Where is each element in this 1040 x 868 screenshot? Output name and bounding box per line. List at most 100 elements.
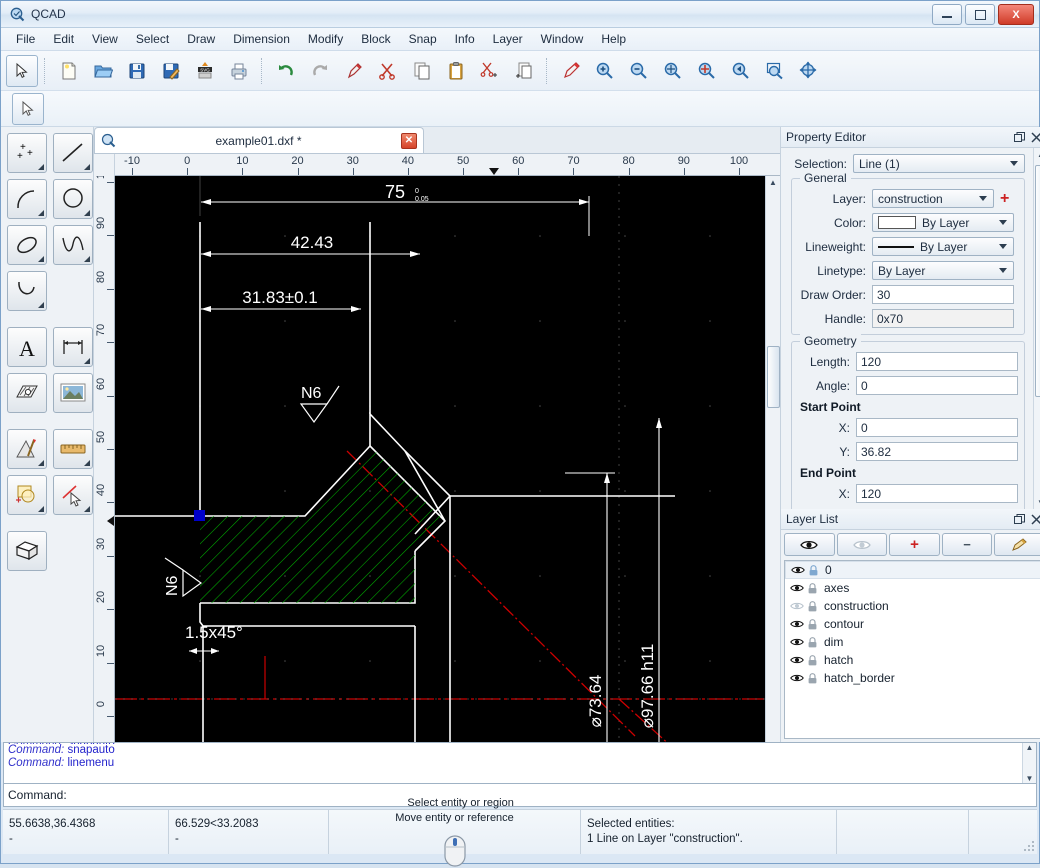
layer-visible-eye-icon[interactable] bbox=[788, 583, 805, 593]
zoom-fit-drawing-icon[interactable] bbox=[691, 55, 723, 87]
length-input[interactable]: 120 bbox=[856, 352, 1018, 371]
layer-list-item[interactable]: construction bbox=[785, 597, 1040, 615]
zoom-pan-icon[interactable] bbox=[793, 55, 825, 87]
layer-list-item[interactable]: 0 bbox=[785, 561, 1040, 579]
layer-list-item[interactable]: contour bbox=[785, 615, 1040, 633]
remove-layer-icon[interactable]: − bbox=[942, 533, 993, 556]
close-icon[interactable] bbox=[1029, 512, 1040, 526]
polyline-tool-icon[interactable] bbox=[7, 271, 47, 311]
zoom-auto-icon[interactable] bbox=[657, 55, 689, 87]
add-layer-icon[interactable]: + bbox=[1000, 193, 1009, 205]
scroll-up-arrow-icon[interactable]: ▲ bbox=[766, 176, 780, 189]
menu-block[interactable]: Block bbox=[352, 29, 399, 49]
layer-lock-icon[interactable] bbox=[805, 673, 820, 684]
menu-view[interactable]: View bbox=[83, 29, 127, 49]
save-disk-icon[interactable] bbox=[121, 55, 153, 87]
line-tool-icon[interactable] bbox=[53, 133, 93, 173]
document-tab[interactable]: example01.dxf * ✕ bbox=[94, 127, 424, 153]
layer-visible-eye-icon[interactable] bbox=[789, 565, 806, 575]
menu-dimension[interactable]: Dimension bbox=[224, 29, 299, 49]
zoom-out-icon[interactable] bbox=[623, 55, 655, 87]
property-editor-scrollbar[interactable]: ▲ ▼ bbox=[1033, 148, 1040, 509]
layer-list-item[interactable]: dim bbox=[785, 633, 1040, 651]
copy-icon[interactable] bbox=[406, 55, 438, 87]
zoom-in-icon[interactable] bbox=[589, 55, 621, 87]
layer-lock-icon[interactable] bbox=[805, 655, 820, 666]
selection-combo[interactable]: Line (1) bbox=[853, 154, 1025, 173]
layer-hidden-eye-icon[interactable] bbox=[788, 601, 805, 611]
pointer-select-icon-secondary[interactable] bbox=[12, 93, 44, 125]
menu-select[interactable]: Select bbox=[127, 29, 178, 49]
hatch-tool-icon[interactable] bbox=[7, 373, 47, 413]
undock-icon[interactable] bbox=[1012, 512, 1026, 526]
edit-layer-icon[interactable] bbox=[994, 533, 1040, 556]
end-x-input[interactable]: 120 bbox=[856, 484, 1018, 503]
arc-tool-icon[interactable] bbox=[7, 179, 47, 219]
document-tab-close-icon[interactable]: ✕ bbox=[401, 133, 417, 149]
menu-layer[interactable]: Layer bbox=[484, 29, 532, 49]
angle-input[interactable]: 0 bbox=[856, 376, 1018, 395]
menu-modify[interactable]: Modify bbox=[299, 29, 352, 49]
menu-file[interactable]: File bbox=[7, 29, 44, 49]
linetype-combo[interactable]: By Layer bbox=[872, 261, 1014, 280]
canvas-vertical-scrollbar[interactable]: ▲ ▼ bbox=[765, 176, 780, 758]
command-input[interactable]: Command: bbox=[3, 784, 1037, 807]
scroll-down-arrow-icon[interactable]: ▼ bbox=[1026, 774, 1034, 783]
close-icon[interactable] bbox=[1029, 130, 1040, 144]
circle-tool-icon[interactable] bbox=[53, 179, 93, 219]
open-folder-icon[interactable] bbox=[87, 55, 119, 87]
scroll-up-arrow-icon[interactable]: ▲ bbox=[1026, 743, 1034, 752]
point-tool-icon[interactable]: +++ bbox=[7, 133, 47, 173]
menu-help[interactable]: Help bbox=[592, 29, 635, 49]
layer-lock-icon[interactable] bbox=[806, 565, 821, 576]
start-y-input[interactable]: 36.82 bbox=[856, 442, 1018, 461]
ruler-info-icon[interactable] bbox=[53, 429, 93, 469]
drawing-canvas[interactable]: 75 0 0.05 42.43 bbox=[115, 176, 765, 758]
measure-tool-icon[interactable] bbox=[7, 429, 47, 469]
menu-info[interactable]: Info bbox=[446, 29, 484, 49]
start-x-input[interactable]: 0 bbox=[856, 418, 1018, 437]
draw-pencil-icon[interactable] bbox=[555, 55, 587, 87]
copy-with-reference-icon[interactable] bbox=[508, 55, 540, 87]
redo-icon[interactable] bbox=[304, 55, 336, 87]
command-history-scrollbar[interactable]: ▲ ▼ bbox=[1022, 743, 1036, 783]
vertical-scroll-thumb[interactable] bbox=[767, 346, 780, 408]
layer-list-item[interactable]: hatch_border bbox=[785, 669, 1040, 687]
menu-edit[interactable]: Edit bbox=[44, 29, 83, 49]
draw-order-input[interactable]: 30 bbox=[872, 285, 1014, 304]
layer-visible-eye-icon[interactable] bbox=[788, 619, 805, 629]
layer-list-items[interactable]: 0axesconstructioncontourdimhatchhatch_bo… bbox=[784, 560, 1040, 739]
layer-list-item[interactable]: hatch bbox=[785, 651, 1040, 669]
color-combo[interactable]: By Layer bbox=[872, 213, 1014, 232]
layer-lock-icon[interactable] bbox=[805, 583, 820, 594]
menu-snap[interactable]: Snap bbox=[400, 29, 446, 49]
cut-scissors-icon[interactable] bbox=[372, 55, 404, 87]
horizontal-ruler[interactable]: -100102030405060708090100 bbox=[115, 154, 766, 176]
layer-lock-icon[interactable] bbox=[805, 619, 820, 630]
add-layer-icon[interactable]: + bbox=[889, 533, 940, 556]
cut-with-reference-icon[interactable] bbox=[474, 55, 506, 87]
print-preview-icon[interactable] bbox=[223, 55, 255, 87]
modify-shapes-icon[interactable] bbox=[7, 475, 47, 515]
maximize-button[interactable] bbox=[965, 4, 995, 25]
layer-combo[interactable]: construction bbox=[872, 189, 994, 208]
isometric-block-icon[interactable] bbox=[7, 531, 47, 571]
layer-visible-eye-icon[interactable] bbox=[788, 637, 805, 647]
layer-list-item[interactable]: axes bbox=[785, 579, 1040, 597]
new-file-icon[interactable] bbox=[53, 55, 85, 87]
close-button[interactable]: X bbox=[998, 4, 1034, 25]
minimize-button[interactable] bbox=[932, 4, 962, 25]
paste-clipboard-icon[interactable] bbox=[440, 55, 472, 87]
window-resize-grip-icon[interactable] bbox=[1023, 840, 1035, 852]
image-tool-icon[interactable] bbox=[53, 373, 93, 413]
command-history[interactable]: Command: snapautoCommand: snapautoComman… bbox=[3, 742, 1037, 784]
zoom-previous-icon[interactable] bbox=[725, 55, 757, 87]
lineweight-combo[interactable]: By Layer bbox=[872, 237, 1014, 256]
property-scroll-thumb[interactable] bbox=[1035, 165, 1040, 397]
vertical-ruler[interactable]: 1009080706050403020100-10 bbox=[94, 176, 115, 758]
layer-visible-eye-icon[interactable] bbox=[788, 673, 805, 683]
export-svg-icon[interactable]: SVG bbox=[189, 55, 221, 87]
text-tool-icon[interactable]: A bbox=[7, 327, 47, 367]
menu-window[interactable]: Window bbox=[532, 29, 593, 49]
undo-icon[interactable] bbox=[270, 55, 302, 87]
